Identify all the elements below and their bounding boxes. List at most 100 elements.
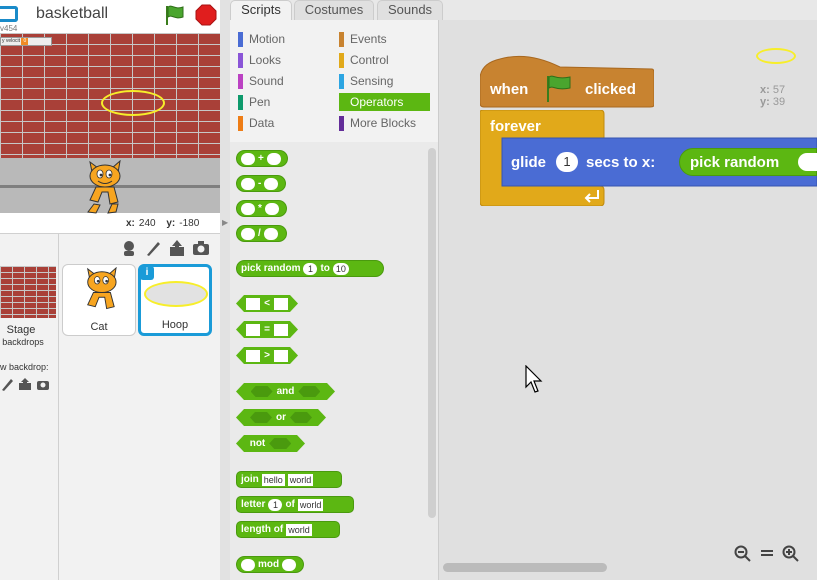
- slot[interactable]: [269, 438, 291, 449]
- slot[interactable]: [246, 324, 260, 336]
- sprite-tile-cat[interactable]: Cat: [62, 264, 136, 336]
- script-area-scrollbar[interactable]: [443, 563, 607, 572]
- slot[interactable]: [274, 324, 288, 336]
- slot[interactable]: [246, 298, 260, 310]
- label: length of: [241, 524, 284, 535]
- block-multiply[interactable]: *: [236, 200, 287, 217]
- zoom-tools: [733, 544, 801, 562]
- category-pen[interactable]: Pen: [238, 93, 328, 111]
- slot[interactable]: [282, 558, 297, 571]
- slot[interactable]: world: [287, 473, 314, 486]
- slot[interactable]: 1: [303, 262, 318, 275]
- upload-icon[interactable]: [18, 377, 32, 391]
- hoop-sprite[interactable]: [101, 90, 165, 116]
- stop-icon[interactable]: [195, 4, 217, 26]
- pick-random-reporter[interactable]: pick random: [679, 148, 817, 176]
- zoom-out-icon[interactable]: [733, 544, 753, 562]
- tab-sounds[interactable]: Sounds: [377, 0, 443, 20]
- category-sensing[interactable]: Sensing: [339, 72, 430, 90]
- paint-brush-icon[interactable]: [144, 239, 162, 257]
- slot[interactable]: [241, 202, 255, 215]
- category-label: Sound: [249, 74, 284, 88]
- block-or[interactable]: or: [236, 409, 326, 426]
- collapse-arrow-icon[interactable]: ▶: [222, 218, 228, 227]
- slot[interactable]: [241, 177, 255, 190]
- slot[interactable]: [264, 177, 279, 190]
- paint-brush-icon[interactable]: [0, 377, 14, 391]
- block-and[interactable]: and: [236, 383, 335, 400]
- random-min-slot[interactable]: [798, 153, 817, 171]
- slot[interactable]: [250, 412, 272, 423]
- op: -: [258, 178, 262, 189]
- block-not[interactable]: not: [236, 435, 305, 452]
- sprite-tile-hoop[interactable]: i Hoop: [138, 264, 212, 336]
- category-data[interactable]: Data: [238, 114, 328, 132]
- slot[interactable]: [251, 386, 273, 397]
- glide-secs-input[interactable]: 1: [556, 152, 578, 172]
- slot[interactable]: [298, 386, 320, 397]
- category-label: Pen: [249, 95, 271, 109]
- slot[interactable]: 10: [332, 262, 349, 275]
- slot[interactable]: [241, 152, 255, 165]
- block-length-of[interactable]: length of world: [236, 521, 340, 538]
- pane-splitter[interactable]: [220, 0, 230, 580]
- block-mod[interactable]: mod: [236, 556, 304, 573]
- op: not: [249, 438, 266, 449]
- slot[interactable]: [246, 350, 260, 362]
- slot[interactable]: [264, 202, 279, 215]
- swatch: [238, 95, 243, 110]
- x-value: 57: [772, 84, 786, 96]
- slot[interactable]: 1: [268, 498, 283, 511]
- camera-icon[interactable]: [36, 377, 50, 391]
- slot[interactable]: [290, 412, 312, 423]
- upload-icon[interactable]: [168, 239, 186, 257]
- op: *: [258, 203, 262, 214]
- block-join[interactable]: join hello world: [236, 471, 342, 488]
- zoom-reset-icon[interactable]: [757, 544, 777, 562]
- slot[interactable]: [241, 227, 255, 240]
- slot[interactable]: [263, 227, 278, 240]
- info-icon[interactable]: i: [140, 266, 154, 280]
- block-pick-random[interactable]: pick random 1 to 10: [236, 260, 384, 277]
- zoom-in-icon[interactable]: [781, 544, 801, 562]
- slot[interactable]: [266, 152, 281, 165]
- category-sound[interactable]: Sound: [238, 72, 328, 90]
- block-greater-than[interactable]: >: [236, 347, 298, 364]
- green-flag-icon[interactable]: [163, 3, 187, 27]
- variable-monitor[interactable]: y velocit 0: [0, 37, 52, 46]
- op: <: [264, 298, 270, 309]
- category-operators[interactable]: Operators: [339, 93, 430, 111]
- cat-sprite[interactable]: [78, 160, 128, 215]
- slot[interactable]: hello: [261, 473, 285, 486]
- block-less-than[interactable]: <: [236, 295, 298, 312]
- camera-icon[interactable]: [192, 239, 210, 257]
- block-add[interactable]: +: [236, 150, 288, 167]
- slot[interactable]: [241, 558, 255, 571]
- choose-sprite-icon[interactable]: [120, 239, 138, 257]
- swatch: [339, 74, 344, 89]
- swatch: [238, 116, 243, 131]
- block-letter-of[interactable]: letter 1 of world: [236, 496, 354, 513]
- project-title[interactable]: basketball: [36, 5, 108, 23]
- stage-header: [0, 0, 226, 32]
- palette-scrollbar[interactable]: [428, 148, 436, 518]
- presentation-mode-icon[interactable]: [0, 6, 18, 22]
- slot[interactable]: [274, 350, 288, 362]
- slot[interactable]: [274, 298, 288, 310]
- slot[interactable]: world: [297, 498, 324, 511]
- block-divide[interactable]: /: [236, 225, 287, 242]
- block-subtract[interactable]: -: [236, 175, 286, 192]
- category-control[interactable]: Control: [339, 51, 430, 69]
- tab-scripts[interactable]: Scripts: [230, 0, 292, 20]
- sprite-thumbnail: [756, 48, 796, 64]
- category-motion[interactable]: Motion: [238, 30, 328, 48]
- block-equals[interactable]: =: [236, 321, 298, 338]
- tab-costumes[interactable]: Costumes: [294, 0, 374, 20]
- stage-thumbnail[interactable]: [0, 266, 56, 318]
- category-looks[interactable]: Looks: [238, 51, 328, 69]
- slot[interactable]: world: [286, 523, 312, 536]
- category-events[interactable]: Events: [339, 30, 430, 48]
- category-more-blocks[interactable]: More Blocks: [339, 114, 430, 132]
- category-label: Operators: [350, 95, 404, 109]
- cat-thumbnail: [87, 267, 117, 310]
